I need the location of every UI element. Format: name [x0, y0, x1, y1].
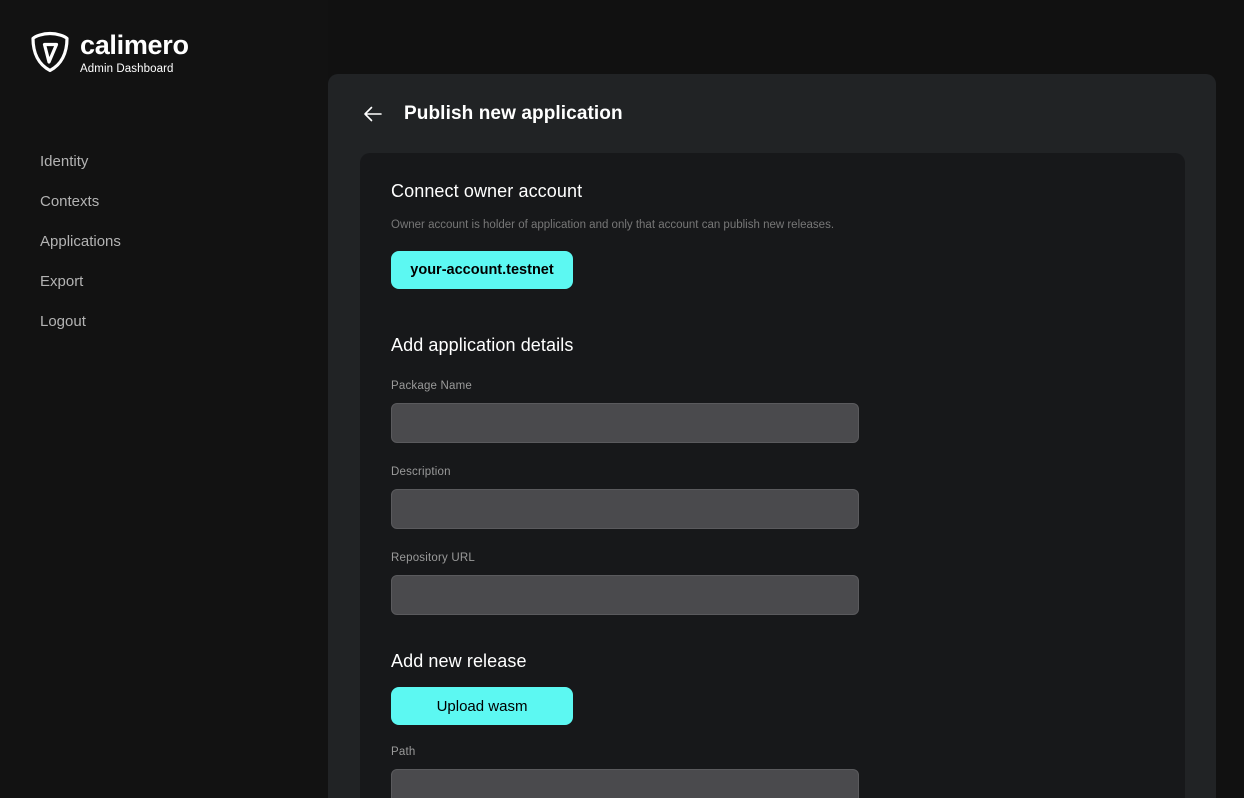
sidebar-item-export[interactable]: Export	[0, 262, 328, 302]
upload-wasm-button[interactable]: Upload wasm	[391, 687, 573, 725]
admin-dashboard-page: calimero Admin Dashboard Identity Contex…	[0, 0, 1244, 798]
label-path: Path	[391, 746, 416, 758]
path-input[interactable]	[391, 769, 859, 798]
publish-application-card: Connect owner account Owner account is h…	[360, 153, 1185, 798]
field-description: Description	[391, 465, 1154, 529]
label-repository-url: Repository URL	[391, 552, 475, 564]
owner-account-button[interactable]: your-account.testnet	[391, 251, 573, 289]
label-description: Description	[391, 466, 451, 478]
main-panel: Publish new application Connect owner ac…	[328, 74, 1216, 798]
section-description-owner: Owner account is holder of application a…	[391, 219, 835, 231]
field-package-name: Package Name	[391, 379, 1154, 443]
label-package-name: Package Name	[391, 380, 473, 392]
sidebar-nav: Identity Contexts Applications Export Lo…	[0, 142, 328, 342]
sidebar-item-contexts[interactable]: Contexts	[0, 182, 328, 222]
sidebar-item-identity[interactable]: Identity	[0, 142, 328, 182]
section-title-release: Add new release	[391, 651, 527, 671]
brand-name: calimero	[80, 30, 189, 60]
sidebar: calimero Admin Dashboard Identity Contex…	[0, 0, 328, 798]
panel-header: Publish new application	[328, 74, 1216, 153]
package-name-input[interactable]	[391, 403, 859, 443]
repository-url-input[interactable]	[391, 575, 859, 615]
field-path: Path	[391, 745, 1154, 798]
description-input[interactable]	[391, 489, 859, 529]
sidebar-item-logout[interactable]: Logout	[0, 302, 328, 342]
brand-logo[interactable]: calimero Admin Dashboard	[0, 0, 328, 76]
section-title-owner: Connect owner account	[391, 181, 583, 201]
brand-subtitle: Admin Dashboard	[80, 63, 174, 75]
sidebar-item-applications[interactable]: Applications	[0, 222, 328, 262]
section-title-details: Add application details	[391, 335, 574, 355]
arrow-left-icon[interactable]	[360, 101, 386, 127]
calimero-shield-icon	[30, 31, 70, 73]
field-repository-url: Repository URL	[391, 551, 1154, 615]
page-title: Publish new application	[404, 102, 623, 124]
